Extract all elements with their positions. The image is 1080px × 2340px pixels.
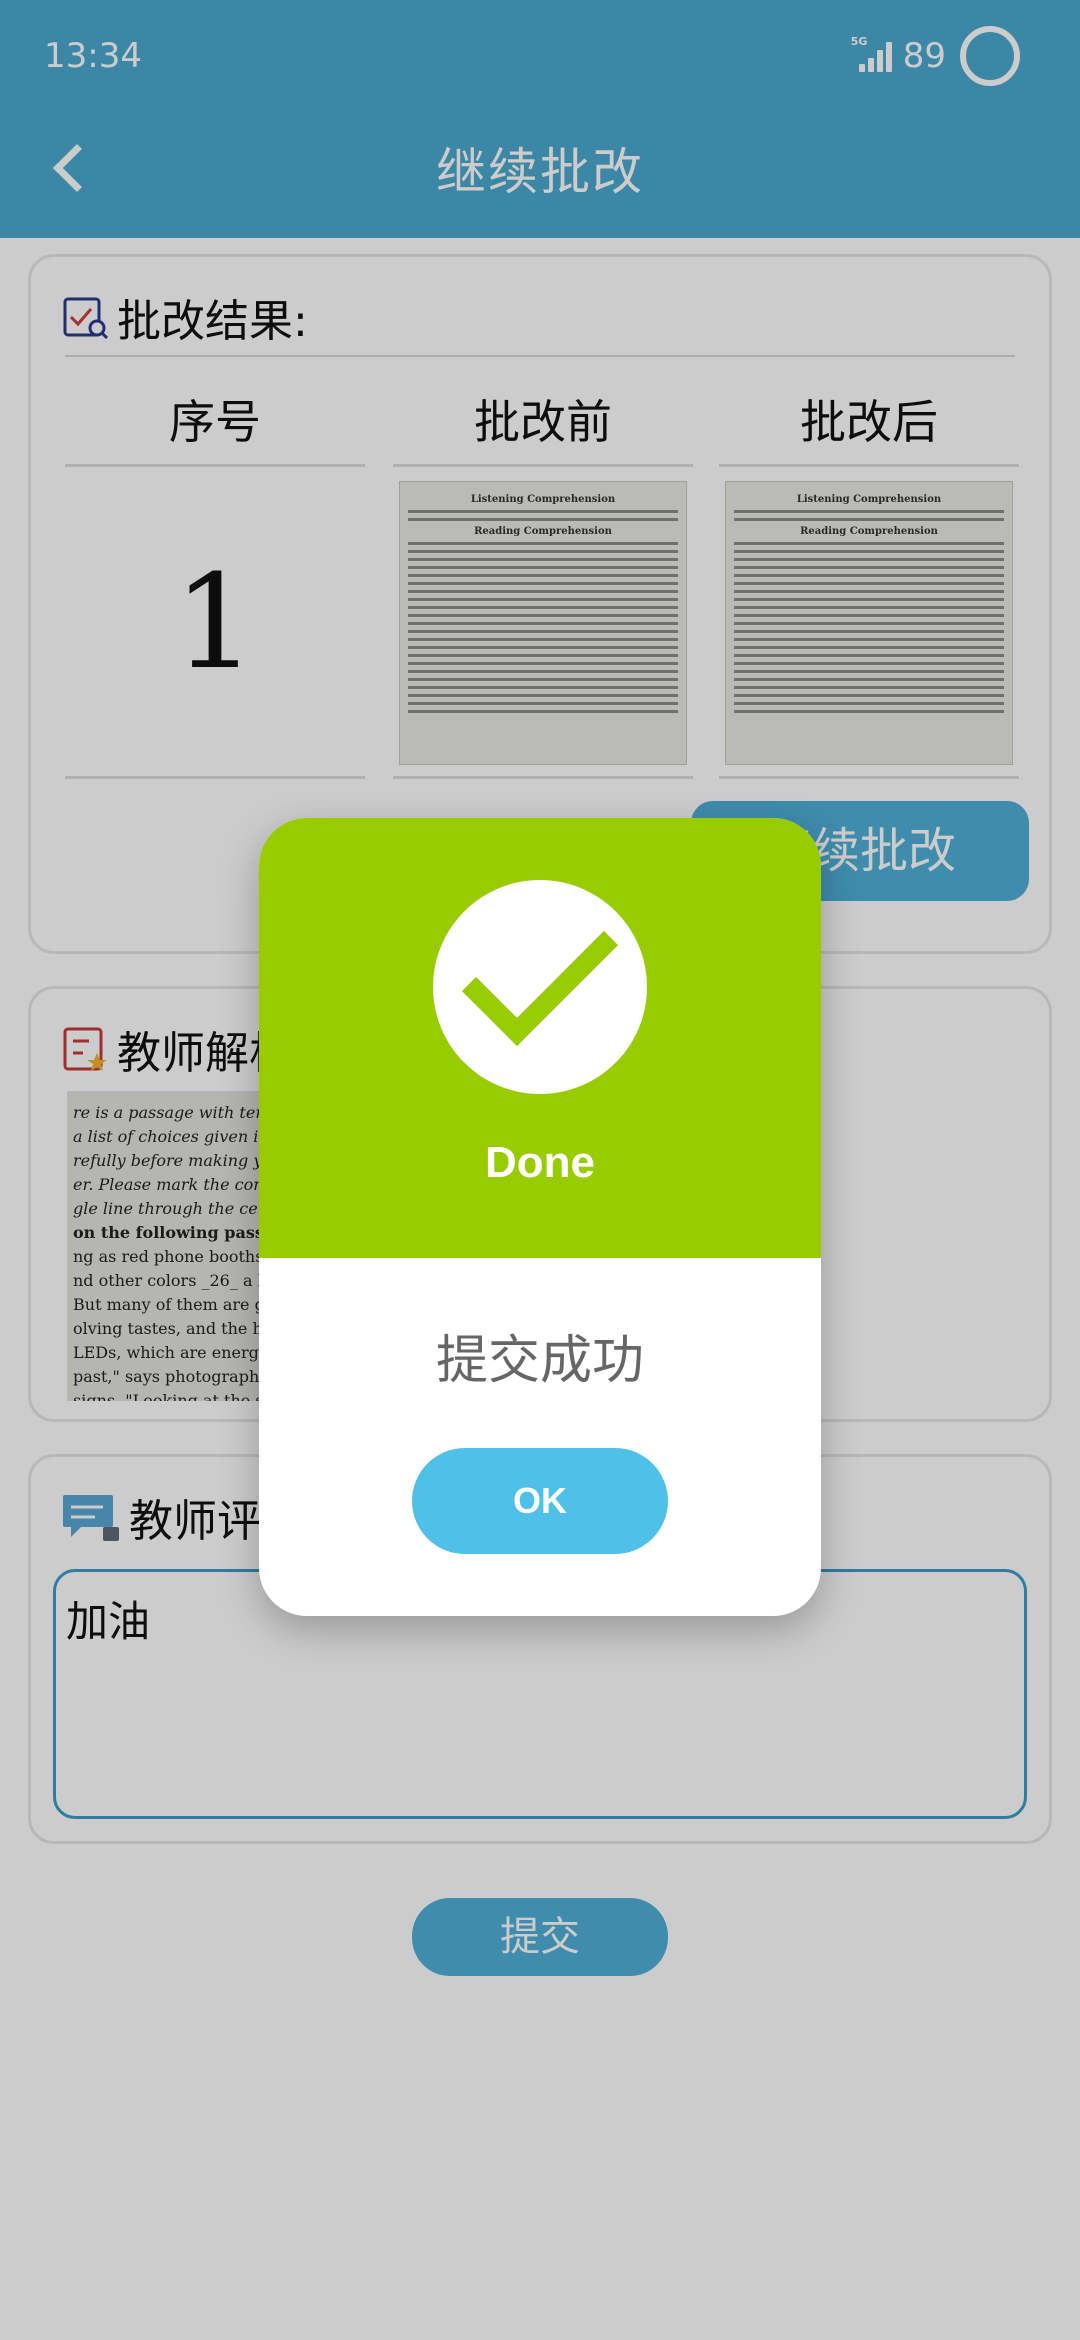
dialog-title: Done xyxy=(485,1138,595,1187)
dialog-message: 提交成功 xyxy=(435,1331,644,1391)
success-check-icon xyxy=(433,880,647,1094)
success-dialog: Done 提交成功 OK xyxy=(259,818,821,1616)
dialog-header: Done xyxy=(259,818,821,1258)
ok-button[interactable]: OK xyxy=(412,1448,668,1554)
